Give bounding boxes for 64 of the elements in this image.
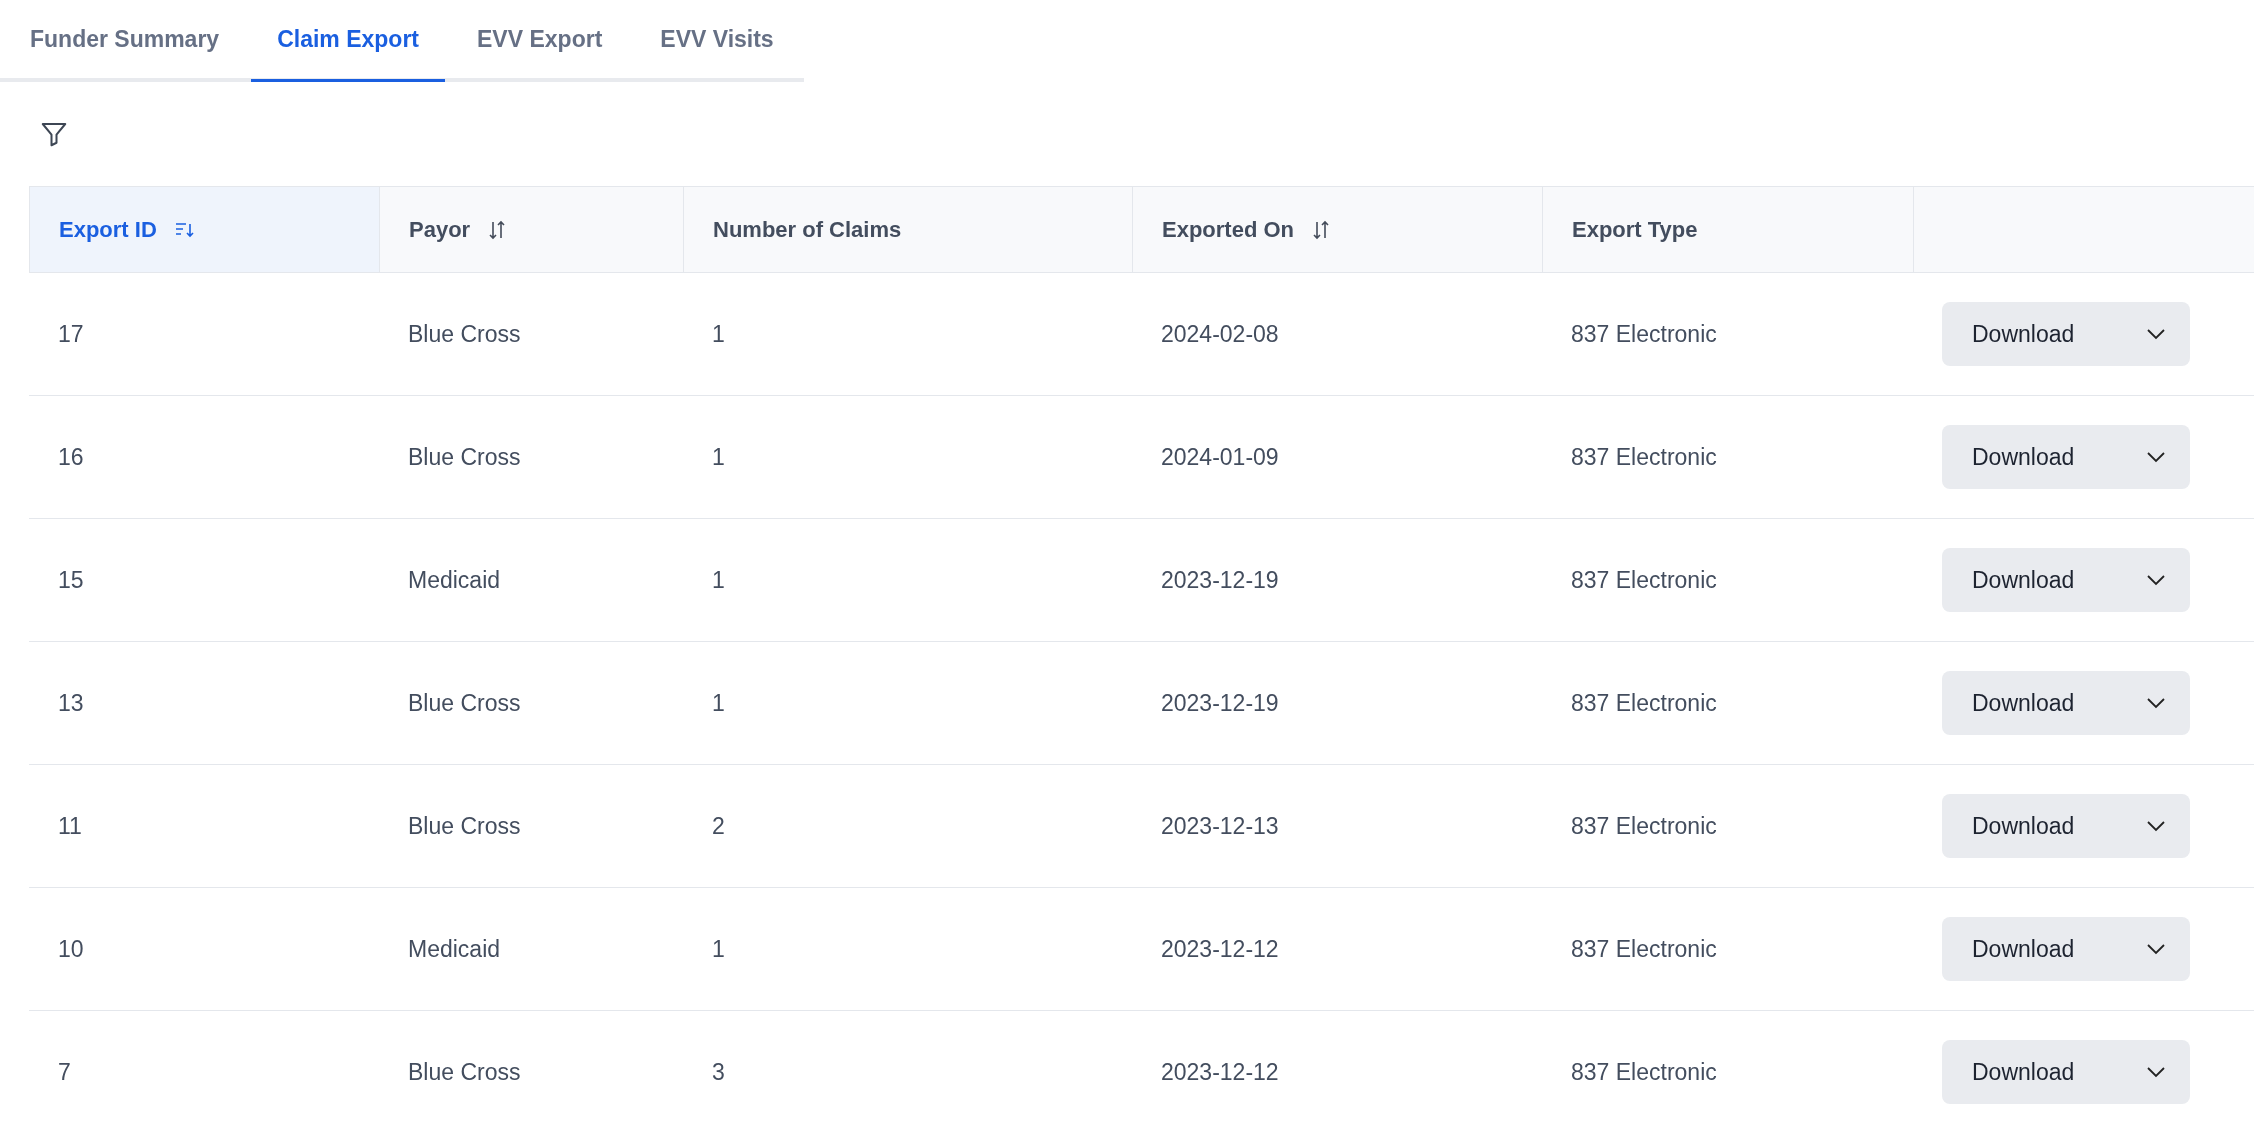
sort-descending-icon[interactable] (174, 220, 195, 239)
table-cell: 837 Electronic (1571, 935, 1717, 963)
table-cell: 1 (712, 935, 725, 963)
table-cell: 837 Electronic (1571, 812, 1717, 840)
chevron-down-icon (2146, 451, 2166, 463)
column-header[interactable]: Exported On (1132, 187, 1542, 272)
sort-icon[interactable] (1312, 219, 1330, 240)
table-cell: 1 (712, 566, 725, 594)
download-dropdown-button[interactable]: Download (1942, 302, 2190, 366)
table-cell: 1 (712, 320, 725, 348)
table-cell: 2024-01-09 (1161, 443, 1279, 471)
table-cell: 2023-12-12 (1161, 935, 1279, 963)
download-dropdown-button[interactable]: Download (1942, 548, 2190, 612)
tab[interactable]: EVV Export (451, 0, 629, 82)
table-cell: 11 (58, 812, 82, 840)
table-cell: 16 (58, 443, 84, 471)
table-cell: Medicaid (408, 566, 501, 594)
table-cell: 13 (58, 689, 84, 717)
download-dropdown-button[interactable]: Download (1942, 425, 2190, 489)
table-cell: 2023-12-19 (1161, 566, 1279, 594)
column-title: Number of Claims (713, 216, 902, 243)
tab[interactable]: EVV Visits (634, 0, 800, 82)
table-cell: 15 (58, 566, 84, 594)
chevron-down-icon (2146, 574, 2166, 586)
column-title: Exported On (1162, 216, 1294, 243)
table-cell: 837 Electronic (1571, 566, 1717, 594)
table-cell: Blue Cross (408, 1058, 521, 1086)
chevron-down-icon (2146, 697, 2166, 709)
chevron-down-icon (2146, 820, 2166, 832)
chevron-down-icon (2146, 1066, 2166, 1078)
column-title: Export Type (1572, 216, 1698, 243)
chevron-down-icon (2146, 328, 2166, 340)
table-cell: 1 (712, 443, 725, 471)
table-cell: 3 (712, 1058, 725, 1086)
table-cell: 17 (58, 320, 84, 348)
table-cell: 837 Electronic (1571, 443, 1717, 471)
download-dropdown-button[interactable]: Download (1942, 1040, 2190, 1104)
table-cell: 2023-12-19 (1161, 689, 1279, 717)
table-cell: 2023-12-12 (1161, 1058, 1279, 1086)
download-dropdown-button[interactable]: Download (1942, 794, 2190, 858)
column-header[interactable]: Payor (379, 187, 683, 272)
table-cell: Blue Cross (408, 689, 521, 717)
table-cell: 1 (712, 689, 725, 717)
table-cell: Blue Cross (408, 443, 521, 471)
tab[interactable]: Funder Summary (4, 0, 246, 82)
table-cell: 2 (712, 812, 725, 840)
download-dropdown-button[interactable]: Download (1942, 671, 2190, 735)
table-cell: 837 Electronic (1571, 1058, 1717, 1086)
column-title: Payor (409, 216, 471, 243)
table-cell: 10 (58, 935, 84, 963)
chevron-down-icon (2146, 943, 2166, 955)
table-cell: 7 (58, 1058, 71, 1086)
column-header[interactable]: Export ID (29, 187, 379, 272)
table-cell: Blue Cross (408, 320, 521, 348)
download-dropdown-button[interactable]: Download (1942, 917, 2190, 981)
table-cell: 2024-02-08 (1161, 320, 1279, 348)
tab[interactable]: Claim Export (251, 0, 446, 82)
table-cell: Medicaid (408, 935, 501, 963)
table-cell: Blue Cross (408, 812, 521, 840)
table-cell: 837 Electronic (1571, 689, 1717, 717)
sort-icon[interactable] (488, 219, 507, 240)
table-cell: 2023-12-13 (1161, 812, 1279, 840)
table-cell: 837 Electronic (1571, 320, 1717, 348)
column-title: Export ID (59, 216, 157, 243)
